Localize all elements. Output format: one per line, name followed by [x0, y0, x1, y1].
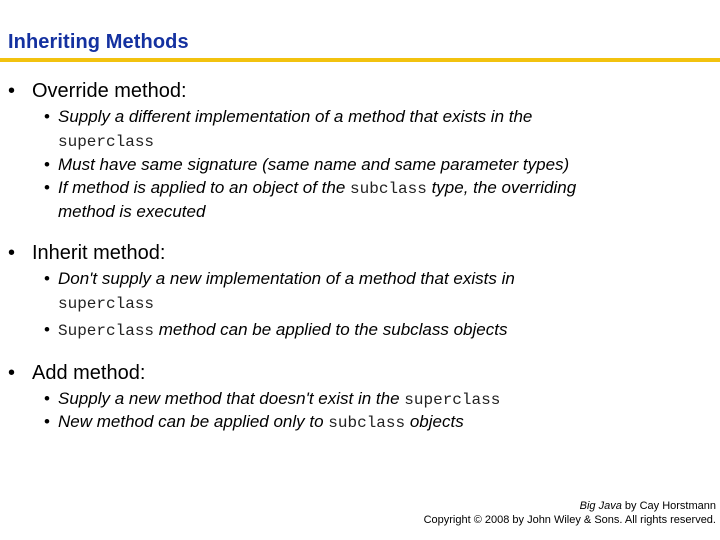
bullet-text: objects	[405, 412, 464, 431]
bullet-item: • New method can be applied only to subcl…	[44, 412, 464, 432]
code-text: superclass	[58, 295, 155, 313]
bullet: •	[44, 320, 50, 339]
bullet-text: Supply a new method that doesn't exist i…	[58, 389, 405, 408]
heading-text: Inherit method:	[32, 242, 166, 264]
bullet-item: • Supply a different implementation of a …	[44, 107, 532, 127]
bullet-text: Supply a different implementation of a m…	[58, 107, 533, 126]
footer-credit: Big Java by Cay Horstmann	[580, 500, 716, 512]
bullet: •	[44, 107, 50, 126]
bullet: •	[44, 178, 50, 197]
bullet-text: If method is applied to an object of the	[58, 178, 351, 197]
heading-text: Add method:	[32, 362, 146, 384]
bullet-continuation: superclass	[58, 131, 154, 151]
bullet-continuation: superclass	[58, 293, 154, 313]
bullet-text: Don't supply a new implementation of a m…	[58, 269, 515, 288]
heading-text: Override method:	[32, 80, 187, 102]
bullet: •	[8, 242, 16, 264]
author: by Cay Horstmann	[621, 500, 716, 512]
bullet-item: • Must have same signature (same name and…	[44, 155, 569, 175]
bullet: •	[8, 362, 16, 384]
book-title: Big Java	[579, 500, 622, 512]
bullet-text: type, the overriding	[426, 178, 577, 197]
bullet-item: • If method is applied to an object of th…	[44, 178, 576, 198]
footer-copyright: Copyright © 2008 by John Wiley & Sons. A…	[423, 514, 716, 526]
code-text: superclass	[404, 391, 501, 409]
bullet-text: New method can be applied only to	[58, 412, 329, 431]
bullet-text: Must have same signature (same name and …	[58, 155, 570, 174]
code-text: Superclass	[58, 322, 155, 340]
bullet: •	[8, 80, 16, 102]
bullet-item: • Supply a new method that doesn't exist …	[44, 389, 500, 409]
slide-title: Inheriting Methods	[8, 31, 189, 53]
code-text: subclass	[350, 180, 427, 198]
title-underline	[0, 58, 720, 62]
bullet: •	[44, 155, 50, 174]
bullet-text: method can be applied to the subclass ob…	[154, 320, 508, 339]
code-text: subclass	[328, 414, 406, 432]
bullet-item: • Don't supply a new implementation of a …	[44, 269, 515, 289]
bullet-continuation: method is executed	[58, 202, 206, 221]
section-heading-override: • Override method:	[8, 80, 187, 103]
section-heading-inherit: • Inherit method:	[8, 242, 165, 265]
section-heading-add: • Add method:	[8, 362, 145, 385]
bullet: •	[44, 412, 50, 431]
bullet: •	[44, 389, 50, 408]
code-text: superclass	[58, 133, 155, 151]
bullet: •	[44, 269, 50, 288]
bullet-item: • Superclass method can be applied to the…	[44, 320, 507, 340]
